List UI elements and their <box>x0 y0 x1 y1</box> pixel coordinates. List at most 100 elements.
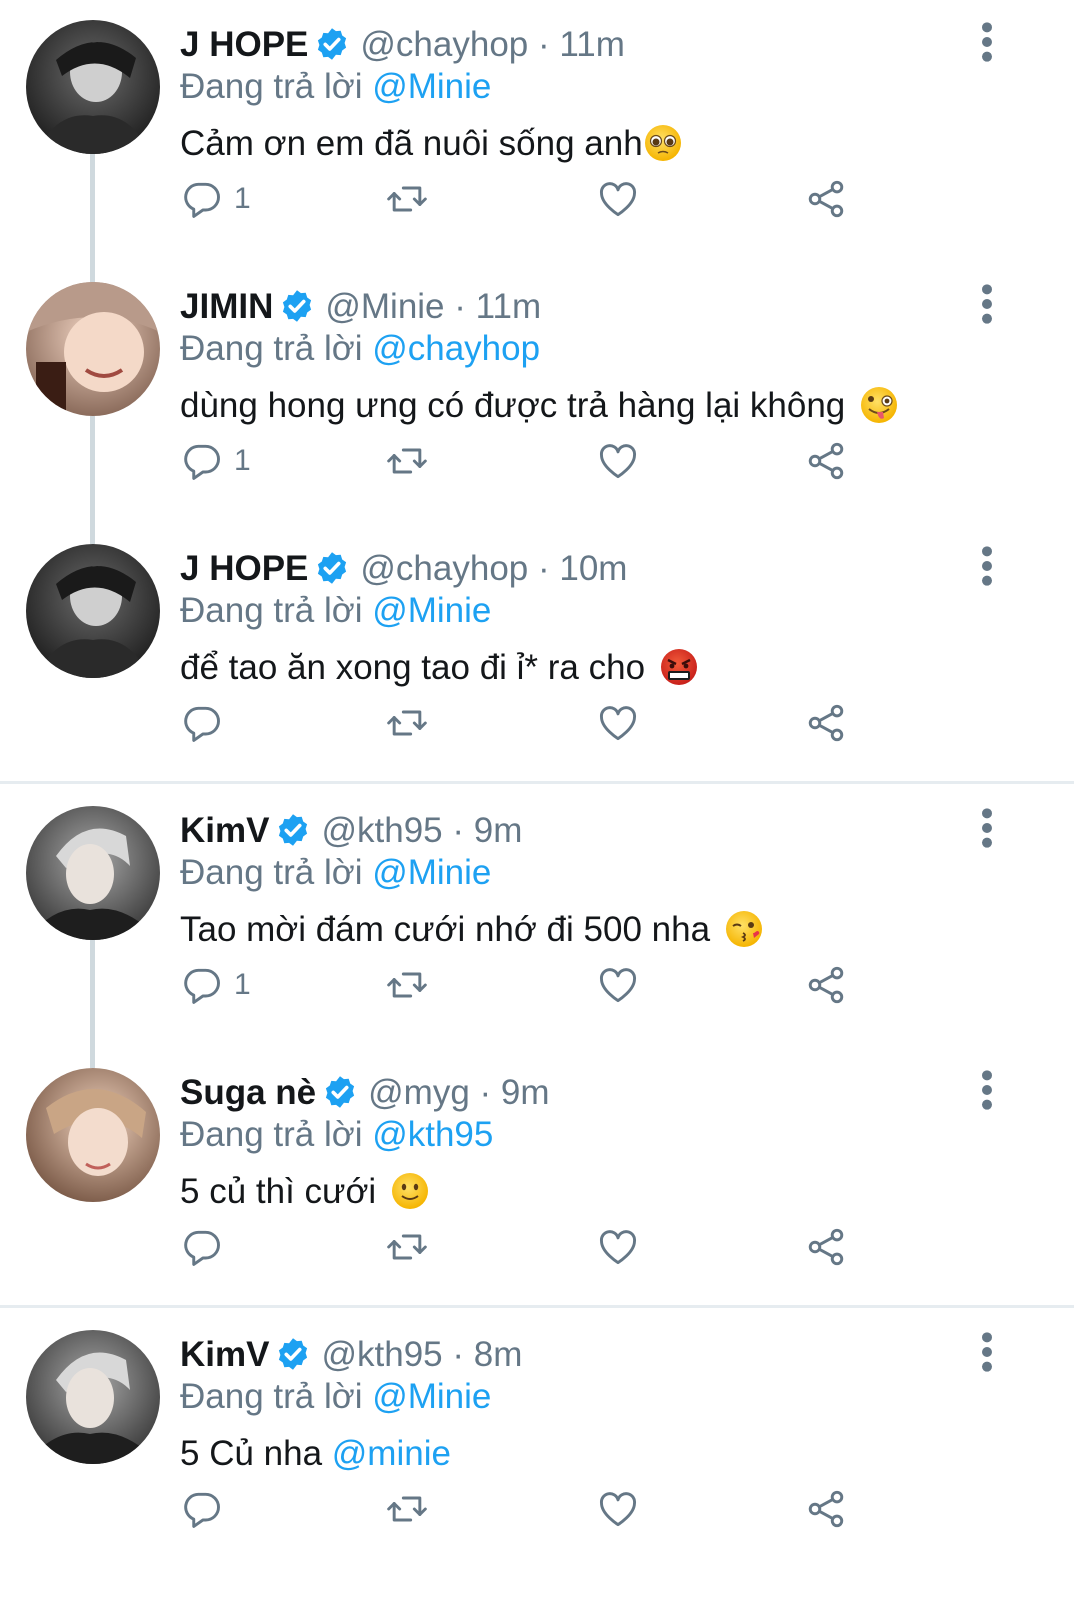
like-button[interactable] <box>596 960 640 1010</box>
handle[interactable]: @Minie <box>325 287 444 326</box>
retweet-icon <box>385 701 429 745</box>
like-button[interactable] <box>596 1484 640 1534</box>
timestamp[interactable]: · 10m <box>538 549 627 588</box>
tweet-actions <box>180 1484 880 1534</box>
tweet-text: dùng hong ưng có được trả hàng lại không <box>180 384 899 428</box>
avatar[interactable] <box>26 806 160 940</box>
avatar[interactable] <box>26 544 160 678</box>
more-options-icon[interactable] <box>970 544 1004 588</box>
avatar[interactable] <box>26 20 160 154</box>
replying-to: Đang trả lời @Minie <box>180 852 491 894</box>
heart-icon <box>596 439 640 483</box>
retweet-button[interactable] <box>385 698 429 748</box>
tweet-actions <box>180 1222 880 1272</box>
share-button[interactable] <box>804 960 848 1010</box>
display-name[interactable]: JIMIN <box>180 287 273 326</box>
reply-button[interactable]: 1 <box>180 174 251 224</box>
reply-to-mention[interactable]: @Minie <box>372 591 491 630</box>
heart-icon <box>596 177 640 221</box>
display-name[interactable]: KimV <box>180 1335 269 1374</box>
timestamp[interactable]: · 9m <box>480 1073 550 1112</box>
kissing-wink-face-emoji <box>725 911 762 947</box>
avatar[interactable] <box>26 282 160 416</box>
tweet-text-content: 5 củ thì cưới <box>180 1172 386 1211</box>
heart-icon <box>596 701 640 745</box>
avatar[interactable] <box>26 1068 160 1202</box>
reply-to-mention[interactable]: @Minie <box>372 1377 491 1416</box>
retweet-button[interactable] <box>385 174 429 224</box>
more-options-icon[interactable] <box>970 1068 1004 1112</box>
more-options-icon[interactable] <box>970 1330 1004 1374</box>
share-button[interactable] <box>804 1484 848 1534</box>
like-button[interactable] <box>596 1222 640 1272</box>
timestamp[interactable]: · 9m <box>452 811 522 850</box>
reply-button[interactable]: 1 <box>180 960 251 1010</box>
reply-button[interactable]: 1 <box>180 436 251 486</box>
tweet-text-content: Cảm ơn em đã nuôi sống anh <box>180 124 643 163</box>
display-name[interactable]: J HOPE <box>180 549 308 588</box>
tweet[interactable]: JIMIN @Minie · 11m Đang trả lời @chayhop … <box>0 262 1074 524</box>
reply-button[interactable] <box>180 1222 234 1272</box>
tweet[interactable]: J HOPE @chayhop · 10m Đang trả lời @Minie… <box>0 524 1074 781</box>
verified-badge-icon <box>314 550 350 586</box>
share-button[interactable] <box>804 174 848 224</box>
display-name[interactable]: Suga nè <box>180 1073 316 1112</box>
reply-icon <box>180 177 224 221</box>
retweet-button[interactable] <box>385 1484 429 1534</box>
retweet-button[interactable] <box>385 436 429 486</box>
replying-to: Đang trả lời @Minie <box>180 1376 491 1418</box>
tweet-actions: 1 <box>180 174 880 224</box>
display-name[interactable]: KimV <box>180 811 269 850</box>
share-icon <box>804 1225 848 1269</box>
avatar[interactable] <box>26 1330 160 1464</box>
replying-to: Đang trả lời @Minie <box>180 590 491 632</box>
tweet-text: 5 Củ nha @minie <box>180 1432 451 1476</box>
retweet-icon <box>385 1487 429 1531</box>
text-mention-link[interactable]: @minie <box>332 1434 451 1473</box>
handle[interactable]: @kth95 <box>321 811 442 850</box>
reply-to-mention[interactable]: @kth95 <box>372 1115 493 1154</box>
tweet[interactable]: J HOPE @chayhop · 11m Đang trả lời @Minie… <box>0 0 1074 262</box>
handle[interactable]: @myg <box>368 1073 470 1112</box>
more-options-icon[interactable] <box>970 20 1004 64</box>
tweet-actions: 1 <box>180 960 880 1010</box>
tweet-header: JIMIN @Minie · 11m <box>180 286 541 328</box>
tweet[interactable]: KimV @kth95 · 9m Đang trả lời @Minie Tao … <box>0 786 1074 1048</box>
retweet-button[interactable] <box>385 960 429 1010</box>
replying-to: Đang trả lời @kth95 <box>180 1114 493 1156</box>
reply-to-mention[interactable]: @chayhop <box>372 329 540 368</box>
tweet[interactable]: KimV @kth95 · 8m Đang trả lời @Minie 5 Củ… <box>0 1310 1074 1602</box>
reply-count: 1 <box>234 182 251 215</box>
timestamp[interactable]: · 11m <box>454 287 541 326</box>
share-button[interactable] <box>804 698 848 748</box>
handle[interactable]: @chayhop <box>360 25 528 64</box>
reply-button[interactable] <box>180 1484 234 1534</box>
replying-to: Đang trả lời @chayhop <box>180 328 540 370</box>
tweet[interactable]: Suga nè @myg · 9m Đang trả lời @kth95 5 c… <box>0 1048 1074 1305</box>
handle[interactable]: @chayhop <box>360 549 528 588</box>
more-options-icon[interactable] <box>970 282 1004 326</box>
cursing-face-emoji <box>660 649 697 685</box>
zany-face-emoji <box>861 387 897 423</box>
reply-icon <box>180 439 224 483</box>
more-options-icon[interactable] <box>970 806 1004 850</box>
handle[interactable]: @kth95 <box>321 1335 442 1374</box>
like-button[interactable] <box>596 436 640 486</box>
like-button[interactable] <box>596 174 640 224</box>
share-button[interactable] <box>804 1222 848 1272</box>
verified-badge-icon <box>322 1074 358 1110</box>
share-button[interactable] <box>804 436 848 486</box>
reply-button[interactable] <box>180 698 234 748</box>
retweet-button[interactable] <box>385 1222 429 1272</box>
like-button[interactable] <box>596 698 640 748</box>
replying-prefix: Đang trả lời <box>180 67 363 106</box>
replying-prefix: Đang trả lời <box>180 1115 363 1154</box>
reply-to-mention[interactable]: @Minie <box>372 67 491 106</box>
pleading-face-emoji <box>644 125 681 161</box>
reply-to-mention[interactable]: @Minie <box>372 853 491 892</box>
verified-badge-icon <box>314 26 350 62</box>
timestamp[interactable]: · 8m <box>452 1335 522 1374</box>
display-name[interactable]: J HOPE <box>180 25 308 64</box>
timestamp[interactable]: · 11m <box>538 25 625 64</box>
reply-icon <box>180 1487 224 1531</box>
